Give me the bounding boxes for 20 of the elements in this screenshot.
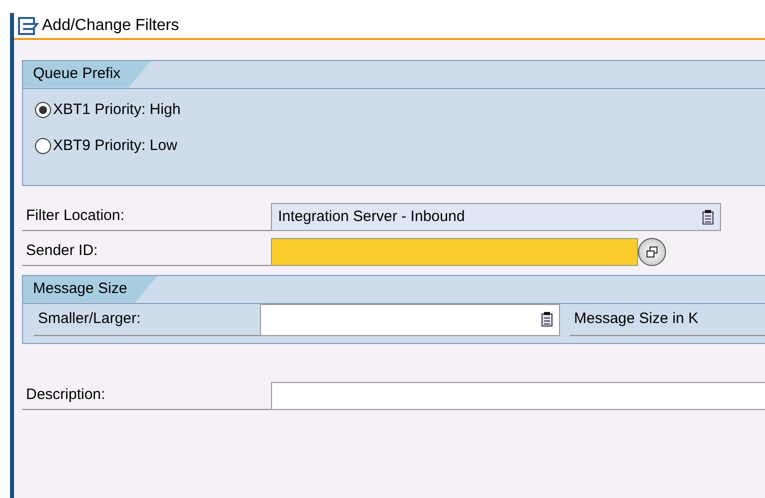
field-label: Sender ID:: [22, 238, 271, 266]
value-help-button[interactable]: [638, 238, 666, 266]
dropdown-icon: [541, 312, 553, 327]
group-title: Queue Prefix: [23, 61, 151, 88]
field-label: Message Size in K: [570, 304, 765, 336]
description-field[interactable]: [271, 382, 765, 410]
field-label: Description:: [22, 382, 271, 410]
group-title: Message Size: [23, 276, 158, 302]
radio-button[interactable]: [35, 138, 51, 154]
sender-id-field[interactable]: [271, 238, 638, 266]
filter-location-dropdown[interactable]: Integration Server - Inbound: [271, 203, 721, 231]
radio-option[interactable]: XBT9 Priority: Low: [23, 128, 765, 164]
radio-button[interactable]: [35, 102, 51, 118]
window-icon: [17, 16, 39, 36]
windows-icon: [646, 246, 658, 258]
radio-option[interactable]: XBT1 Priority: High: [23, 92, 765, 128]
field-label: Filter Location:: [22, 203, 271, 231]
dropdown-icon: [702, 210, 714, 224]
window-title: Add/Change Filters: [42, 16, 179, 36]
smaller-larger-dropdown[interactable]: [260, 304, 560, 336]
